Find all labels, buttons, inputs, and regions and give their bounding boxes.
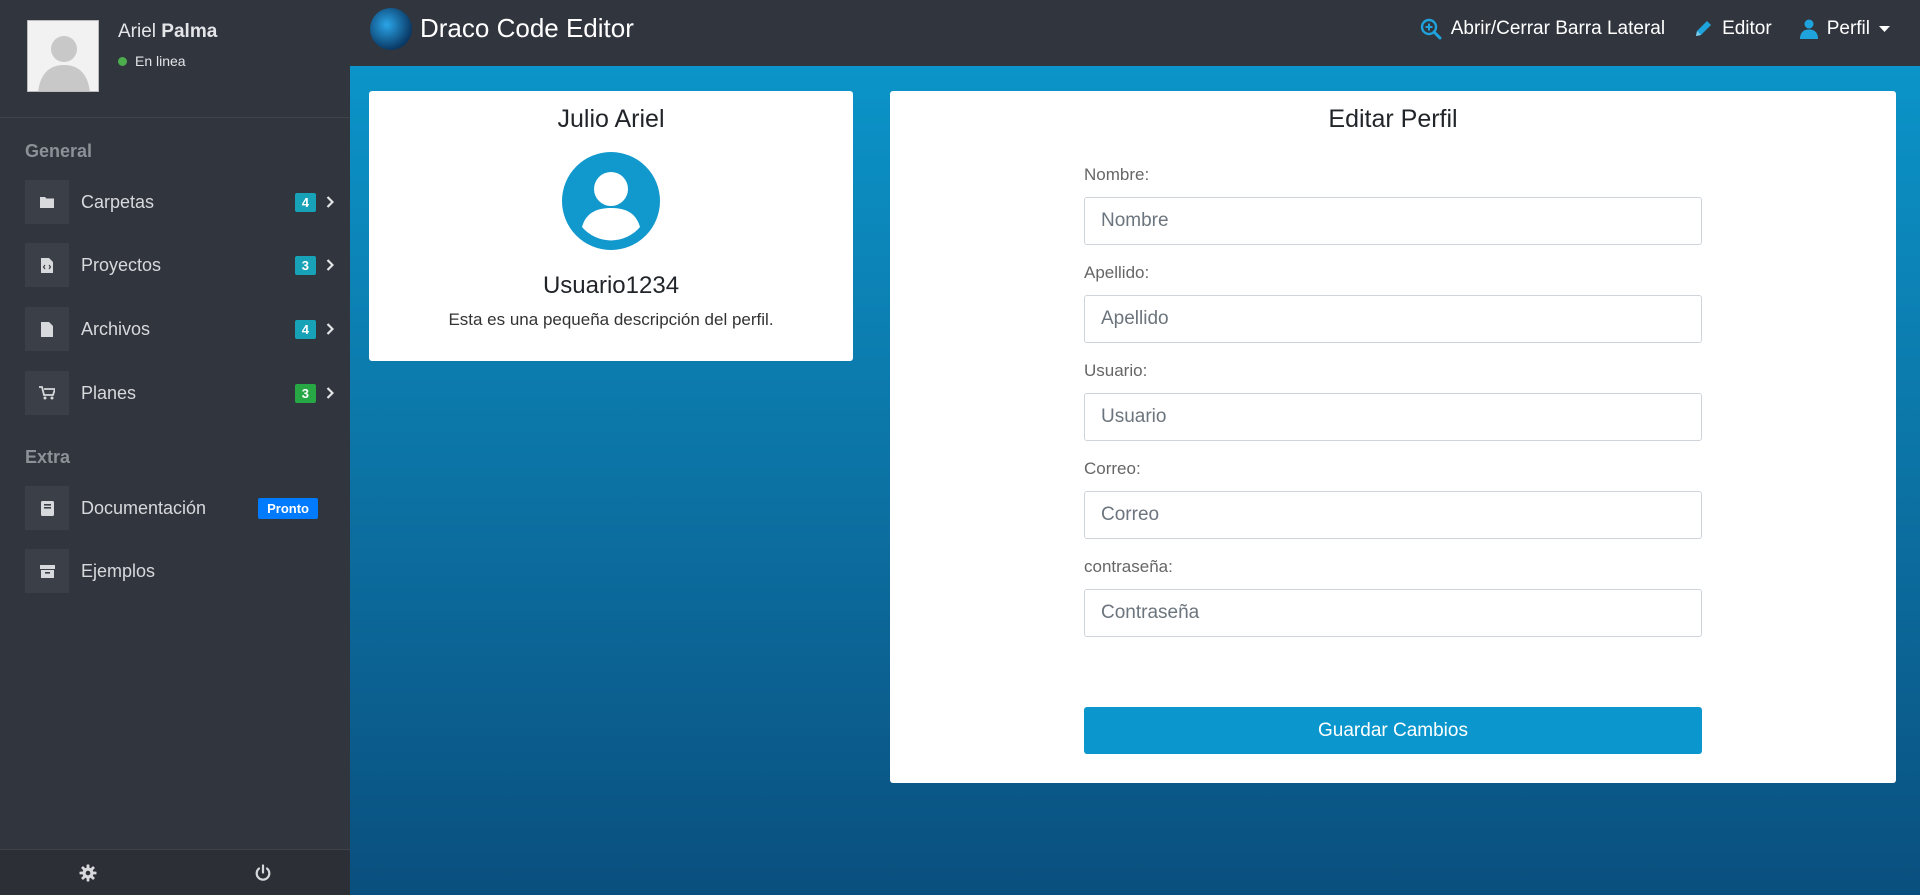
field-contrasena: contraseña: [1084,557,1702,637]
chevron-right-icon [326,259,334,271]
gear-icon [79,864,96,881]
zoom-in-icon [1420,18,1442,40]
count-badge: 4 [294,319,316,339]
sidebar-item-documentacion[interactable]: Documentación Pronto [25,486,340,530]
sidebar-item-label: Documentación [81,497,207,518]
status-badge: Pronto [258,497,318,519]
file-icon [25,307,69,351]
section-title-general: General [25,141,93,161]
draco-logo[interactable] [370,8,412,50]
field-apellido: Apellido: [1084,263,1702,343]
logout-button[interactable] [175,850,350,895]
profile-avatar-icon [562,152,660,250]
edit-profile-form: Nombre: Apellido: Usuario: Correo: contr… [1084,165,1702,655]
nombre-input[interactable] [1084,197,1702,245]
user-silhouette-icon [28,21,98,91]
topbar: Draco Code Editor Abrir/Cerrar Barra Lat… [350,0,1920,66]
profile-name: Julio Ariel [557,105,665,133]
apellido-input[interactable] [1084,295,1702,343]
sidebar-item-label: Archivos [81,318,151,339]
field-usuario: Usuario: [1084,361,1702,441]
profile-card: Julio Ariel Usuario1234 Esta es una pequ… [369,91,853,361]
count-badge: 3 [294,383,316,403]
profile-label: Perfil [1826,18,1870,39]
pencil-icon [1696,21,1712,36]
sidebar: Ariel Palma En linea General Carpetas 4 … [0,0,350,895]
profile-dropdown[interactable]: Perfil [1799,18,1890,40]
user-name: Ariel Palma [118,21,217,43]
chevron-right-icon [326,323,334,335]
user-status: En linea [118,53,186,69]
user-icon [1799,19,1818,39]
section-title-extra: Extra [25,447,71,467]
folder-icon [25,180,69,224]
user-first-name: Ariel [118,21,157,42]
sidebar-item-planes[interactable]: Planes 3 [25,371,340,415]
editor-label: Editor [1722,18,1772,39]
sidebar-footer [0,849,350,895]
sidebar-item-proyectos[interactable]: Proyectos 3 [25,243,340,287]
sidebar-item-ejemplos[interactable]: Ejemplos [25,549,340,593]
online-status-icon [118,56,127,66]
book-icon [25,486,69,530]
chevron-right-icon [326,387,334,399]
field-label: Apellido: [1084,263,1150,282]
user-last-name: Palma [161,21,218,42]
sidebar-item-label: Proyectos [81,254,162,275]
field-label: Usuario: [1084,361,1148,380]
correo-input[interactable] [1084,491,1702,539]
field-nombre: Nombre: [1084,165,1702,245]
settings-button[interactable] [0,850,175,895]
field-correo: Correo: [1084,459,1702,539]
main-content: Julio Ariel Usuario1234 Esta es una pequ… [350,66,1920,895]
editor-link[interactable]: Editor [1693,18,1772,40]
code-file-icon [25,243,69,287]
sidebar-item-label: Planes [81,382,137,403]
sidebar-user-panel: Ariel Palma En linea [0,0,350,118]
caret-down-icon [1879,25,1890,32]
field-label: contraseña: [1084,557,1173,576]
user-status-label: En linea [135,53,186,69]
profile-username: Usuario1234 [542,272,680,299]
sidebar-item-label: Ejemplos [81,560,156,581]
sidebar-item-carpetas[interactable]: Carpetas 4 [25,180,340,224]
app-title[interactable]: Draco Code Editor [420,13,634,44]
field-label: Correo: [1084,459,1141,478]
contrasena-input[interactable] [1084,589,1702,637]
toggle-sidebar-label: Abrir/Cerrar Barra Lateral [1450,18,1666,39]
count-badge: 3 [294,255,316,275]
avatar [27,20,99,92]
edit-profile-card: Editar Perfil Nombre: Apellido: Usuario:… [890,91,1896,783]
save-changes-button[interactable]: Guardar Cambios [1084,707,1702,754]
top-nav: Abrir/Cerrar Barra Lateral Editor Perfil [1420,18,1890,40]
edit-profile-title: Editar Perfil [1328,105,1458,133]
cart-icon [25,371,69,415]
power-icon [255,863,270,881]
sidebar-item-archivos[interactable]: Archivos 4 [25,307,340,351]
usuario-input[interactable] [1084,393,1702,441]
toggle-sidebar-button[interactable]: Abrir/Cerrar Barra Lateral [1420,18,1665,40]
archive-icon [25,549,69,593]
field-label: Nombre: [1084,165,1150,184]
profile-description: Esta es una pequeña descripción del perf… [448,310,774,329]
sidebar-item-label: Carpetas [81,191,155,212]
chevron-right-icon [326,196,334,208]
count-badge: 4 [294,192,316,212]
